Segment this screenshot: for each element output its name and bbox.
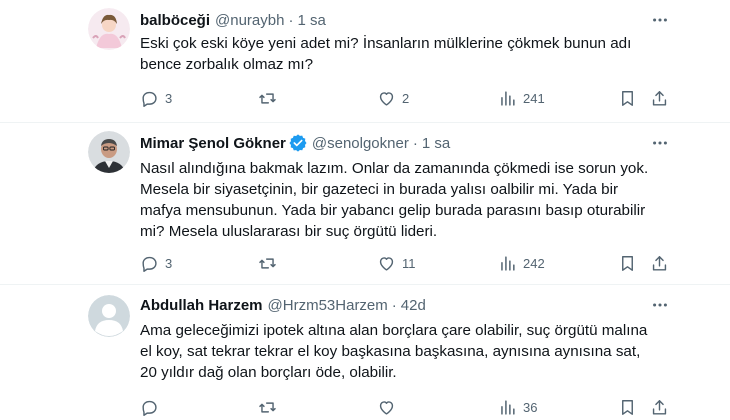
bookmark-button[interactable] — [618, 253, 637, 273]
default-avatar-icon — [88, 295, 130, 337]
bookmark-icon — [622, 255, 633, 271]
timestamp[interactable]: 42d — [401, 297, 426, 314]
views-icon — [501, 90, 515, 106]
avatar-image — [88, 8, 130, 50]
reply-icon — [142, 256, 157, 272]
action-bar: 3 11 242 — [140, 253, 670, 273]
bookmark-button[interactable] — [618, 397, 637, 417]
tweet-1[interactable]: balböceği @nuraybh · 1 sa Eski çok eski … — [0, 0, 730, 130]
views-icon — [501, 399, 515, 415]
user-handle[interactable]: @Hrzm53Harzem — [268, 297, 388, 314]
action-bar: 3 2 241 — [140, 88, 670, 108]
user-handle[interactable]: @nuraybh — [215, 12, 284, 29]
timestamp[interactable]: 1 sa — [422, 135, 450, 152]
share-button[interactable] — [650, 253, 669, 273]
share-icon — [652, 399, 667, 415]
reply-button[interactable] — [140, 397, 159, 417]
retweet-button[interactable] — [258, 397, 277, 417]
share-icon — [652, 90, 667, 106]
reply-button[interactable]: 3 — [140, 88, 172, 108]
heart-icon — [379, 256, 394, 271]
tweet-2[interactable]: Mimar Şenol Gökner @senolgokner · 1 sa N… — [0, 123, 730, 283]
views-button[interactable]: 36 — [498, 397, 537, 417]
retweet-button[interactable] — [258, 253, 277, 273]
retweet-icon — [259, 257, 276, 269]
views-button[interactable]: 242 — [498, 253, 545, 273]
view-count: 36 — [523, 399, 538, 415]
avatar[interactable] — [88, 295, 130, 337]
display-name[interactable]: balböceği — [140, 12, 210, 29]
display-name[interactable]: Abdullah Harzem — [140, 297, 263, 314]
more-icon[interactable] — [650, 295, 670, 315]
tweet-text: Ama geleceğimizi ipotek altına alan borç… — [140, 322, 648, 381]
more-icon[interactable] — [650, 10, 670, 30]
view-count: 242 — [523, 255, 545, 271]
tweet-text: Eski çok eski köye yeni adet mi? İnsanla… — [140, 35, 632, 73]
tweet-header: Abdullah Harzem @Hrzm53Harzem · 42d — [140, 295, 426, 315]
tweet-text: Nasıl alındığına bakmak lazım. Onlar da … — [140, 160, 649, 240]
action-bar: 36 — [140, 397, 670, 417]
bookmark-button[interactable] — [618, 88, 637, 108]
retweet-icon — [259, 401, 276, 413]
user-handle[interactable]: @senolgokner — [312, 135, 409, 152]
reply-count: 3 — [165, 255, 173, 271]
display-name[interactable]: Mimar Şenol Gökner — [140, 135, 286, 152]
separator-dot: · — [412, 134, 418, 152]
bookmark-icon — [622, 90, 633, 106]
retweet-icon — [259, 92, 276, 104]
separator-dot: · — [391, 296, 397, 314]
bookmark-icon — [622, 399, 633, 415]
avatar[interactable] — [88, 131, 130, 173]
avatar-image — [88, 131, 130, 173]
tweet-header: balböceği @nuraybh · 1 sa — [140, 10, 326, 30]
reply-button[interactable]: 3 — [140, 253, 172, 273]
reply-count: 3 — [165, 90, 173, 106]
views-button[interactable]: 241 — [498, 88, 545, 108]
tweet-3[interactable]: Abdullah Harzem @Hrzm53Harzem · 42d Ama … — [0, 285, 730, 420]
reply-icon — [142, 91, 157, 107]
retweet-button[interactable] — [258, 88, 277, 108]
heart-icon — [379, 400, 394, 415]
reply-icon — [142, 400, 157, 416]
views-icon — [501, 255, 515, 271]
heart-icon — [379, 91, 394, 106]
like-count: 11 — [402, 255, 416, 271]
share-icon — [652, 255, 667, 271]
like-button[interactable] — [377, 397, 396, 417]
avatar[interactable] — [88, 8, 130, 50]
tweet-header: Mimar Şenol Gökner @senolgokner · 1 sa — [140, 133, 450, 153]
verified-badge-icon — [289, 134, 307, 152]
like-count: 2 — [402, 90, 410, 106]
share-button[interactable] — [650, 88, 669, 108]
timestamp[interactable]: 1 sa — [297, 12, 325, 29]
share-button[interactable] — [650, 397, 669, 417]
like-button[interactable]: 11 — [377, 253, 416, 273]
separator-dot: · — [288, 11, 294, 29]
view-count: 241 — [523, 90, 545, 106]
like-button[interactable]: 2 — [377, 88, 409, 108]
more-icon[interactable] — [650, 133, 670, 153]
